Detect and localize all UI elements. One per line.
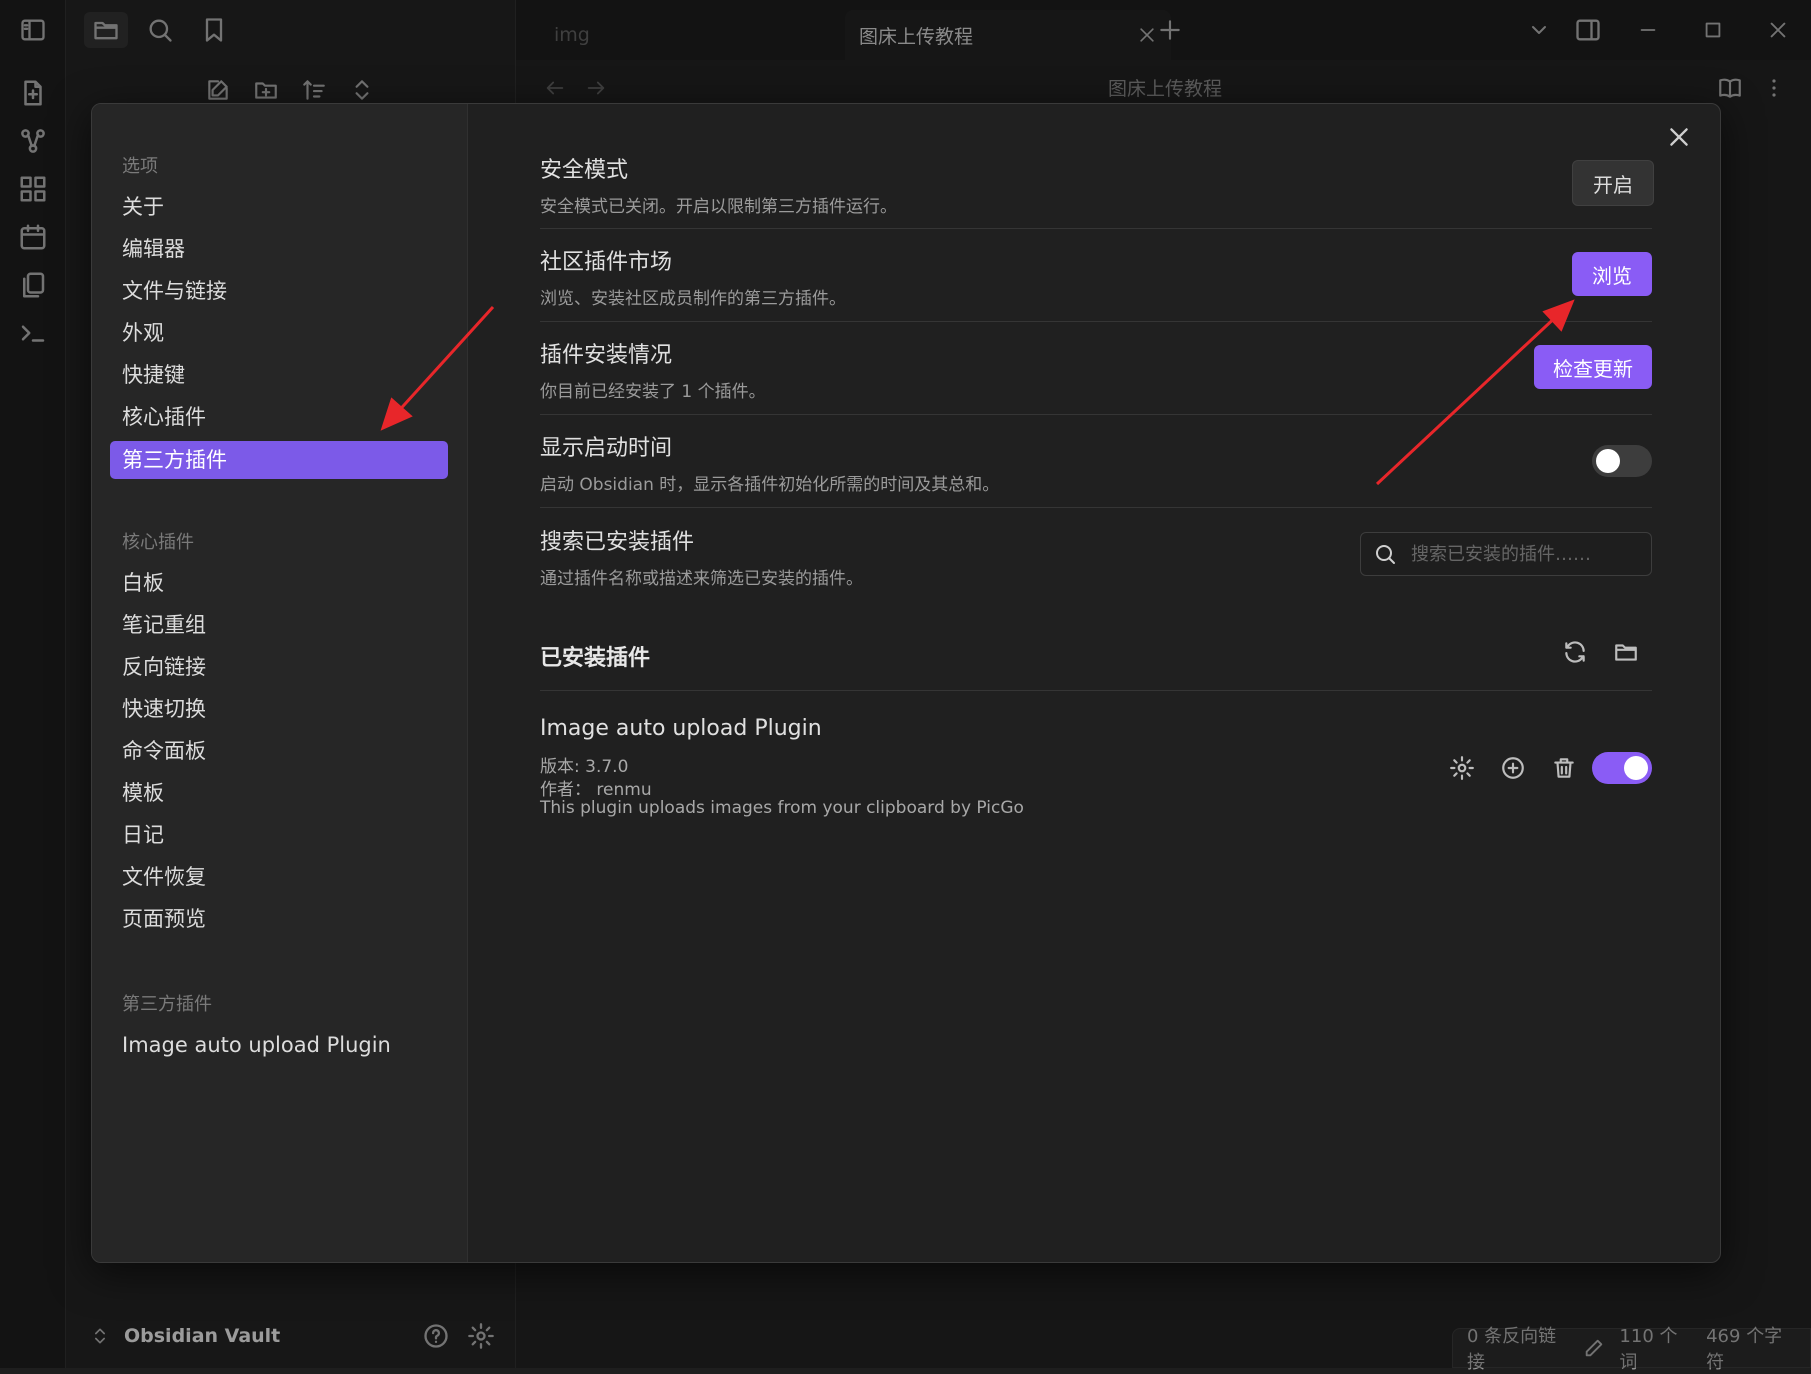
check-updates-button[interactable]: 检查更新	[1534, 345, 1652, 389]
plugin-options-gear-icon[interactable]	[1444, 750, 1480, 786]
plugin-version: 版本: 3.7.0	[540, 757, 629, 777]
settings-modal: 选项 关于 编辑器 文件与链接 外观 快捷键 核心插件 第三方插件 核心插件 白…	[91, 103, 1721, 1263]
nav-heading-options: 选项	[122, 156, 158, 177]
setting-safe-mode: 安全模式 安全模式已关闭。开启以限制第三方插件运行。	[540, 152, 1652, 217]
divider	[540, 414, 1652, 415]
nav-item-command-palette[interactable]: 命令面板	[122, 732, 206, 770]
setting-title: 显示启动时间	[540, 436, 673, 461]
nav-item-image-auto-upload[interactable]: Image auto upload Plugin	[122, 1026, 391, 1064]
browse-button[interactable]: 浏览	[1572, 252, 1652, 296]
plugin-enable-toggle[interactable]	[1592, 752, 1652, 784]
settings-nav: 选项 关于 编辑器 文件与链接 外观 快捷键 核心插件 第三方插件 核心插件 白…	[92, 104, 468, 1262]
nav-item-quick-switcher[interactable]: 快速切换	[122, 690, 206, 728]
setting-title: 安全模式	[540, 158, 629, 183]
setting-title: 社区插件市场	[540, 250, 673, 275]
plugin-description: This plugin uploads images from your cli…	[540, 798, 1024, 818]
plugin-search-box[interactable]	[1360, 532, 1652, 576]
search-icon	[1373, 542, 1397, 566]
setting-desc: 你目前已经安装了 1 个插件。	[540, 382, 766, 402]
nav-item-note-composer[interactable]: 笔记重组	[122, 606, 206, 644]
turn-on-safe-mode-button[interactable]: 开启	[1572, 160, 1654, 206]
setting-desc: 启动 Obsidian 时，显示各插件初始化所需的时间及其总和。	[540, 475, 1000, 495]
nav-item-backlinks[interactable]: 反向链接	[122, 648, 206, 686]
setting-desc: 浏览、安装社区成员制作的第三方插件。	[540, 289, 846, 309]
nav-item-about[interactable]: 关于	[122, 188, 164, 226]
nav-item-canvas[interactable]: 白板	[122, 564, 164, 602]
nav-item-file-recovery[interactable]: 文件恢复	[122, 858, 206, 896]
nav-heading-core: 核心插件	[122, 532, 194, 553]
plugin-search-input[interactable]	[1409, 542, 1633, 566]
reload-plugins-icon[interactable]	[1557, 634, 1593, 670]
toggle-knob	[1624, 756, 1648, 780]
plugin-name: Image auto upload Plugin	[540, 716, 822, 741]
nav-item-hotkeys[interactable]: 快捷键	[122, 356, 185, 394]
nav-item-community-plugins[interactable]: 第三方插件	[110, 441, 448, 479]
nav-item-page-preview[interactable]: 页面预览	[122, 900, 206, 938]
plugin-author: 作者： renmu	[540, 780, 652, 800]
nav-item-editor[interactable]: 编辑器	[122, 230, 185, 268]
open-plugins-folder-icon[interactable]	[1608, 634, 1644, 670]
divider	[540, 321, 1652, 322]
uninstall-trash-icon[interactable]	[1546, 750, 1582, 786]
toggle-knob	[1596, 449, 1620, 473]
divider	[540, 507, 1652, 508]
nav-item-files-links[interactable]: 文件与链接	[122, 272, 227, 310]
setting-desc: 安全模式已关闭。开启以限制第三方插件运行。	[540, 197, 897, 217]
plugin-hotkeys-plus-icon[interactable]	[1495, 750, 1531, 786]
setting-startup-time: 显示启动时间 启动 Obsidian 时，显示各插件初始化所需的时间及其总和。	[540, 430, 1652, 495]
setting-installed-status: 插件安装情况 你目前已经安装了 1 个插件。	[540, 337, 1652, 402]
divider	[540, 228, 1652, 229]
nav-item-templates[interactable]: 模板	[122, 774, 164, 812]
nav-item-core-plugins[interactable]: 核心插件	[122, 398, 206, 436]
nav-item-daily-notes[interactable]: 日记	[122, 816, 164, 854]
installed-plugins-heading: 已安装插件	[540, 646, 651, 671]
modal-close-icon[interactable]	[1662, 120, 1696, 154]
nav-heading-community: 第三方插件	[122, 994, 212, 1015]
setting-community-market: 社区插件市场 浏览、安装社区成员制作的第三方插件。	[540, 244, 1652, 309]
divider	[540, 690, 1652, 691]
nav-item-appearance[interactable]: 外观	[122, 314, 164, 352]
setting-title: 插件安装情况	[540, 343, 673, 368]
startup-time-toggle[interactable]	[1592, 445, 1652, 477]
